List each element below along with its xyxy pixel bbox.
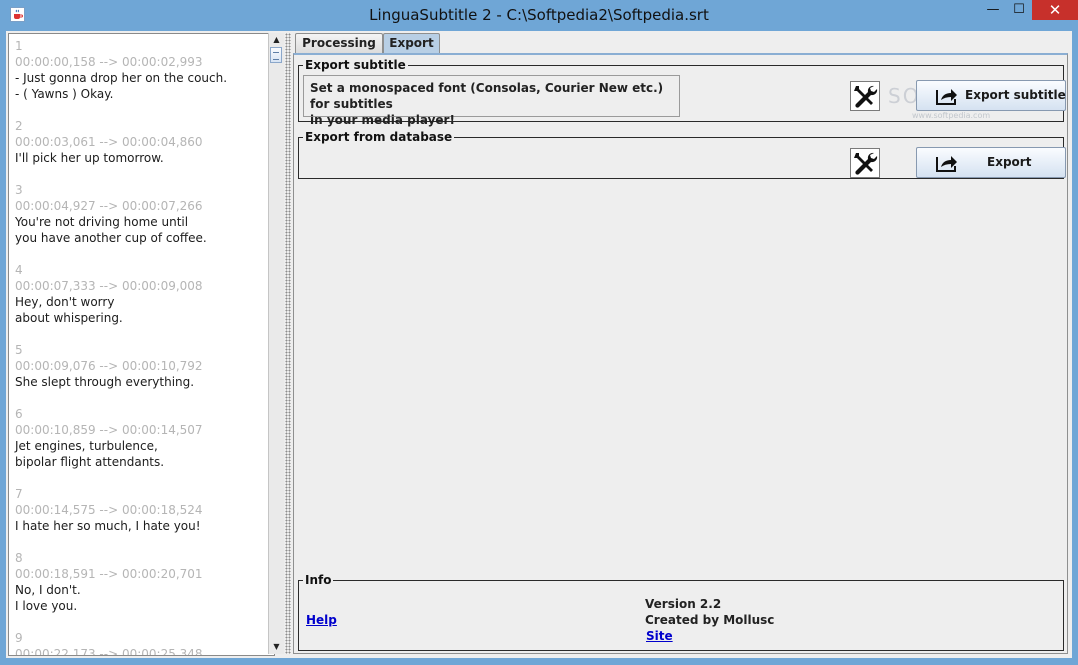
- subtitle-timecode: 00:00:18,591 --> 00:00:20,701: [15, 567, 203, 581]
- font-notice: Set a monospaced font (Consolas, Courier…: [303, 75, 680, 127]
- window-title: LinguaSubtitle 2 - C:\Softpedia2\Softped…: [369, 6, 709, 24]
- export-subtitle-group: Export subtitle Set a monospaced font (C…: [298, 57, 1066, 127]
- font-notice-line-2: in your media player!: [310, 113, 455, 127]
- scrollbar-thumb[interactable]: [270, 47, 282, 63]
- subtitle-entry[interactable]: 3 00:00:04,927 --> 00:00:07,266 You're not…: [15, 182, 274, 246]
- export-button[interactable]: Export: [916, 147, 1066, 178]
- subtitle-text-line: - ( Yawns ) Okay.: [15, 87, 114, 101]
- subtitle-timecode: 00:00:10,859 --> 00:00:14,507: [15, 423, 203, 437]
- subtitle-entry[interactable]: 1 00:00:00,158 --> 00:00:02,993 - Just gon…: [15, 38, 274, 102]
- export-arrow-icon: [935, 86, 959, 109]
- subtitle-text-line: She slept through everything.: [15, 375, 195, 389]
- subtitle-text-line: - Just gonna drop her on the couch.: [15, 71, 228, 85]
- subtitle-text-line: I hate her so much, I hate you!: [15, 519, 201, 533]
- subtitle-text-line: Jet engines, turbulence,: [15, 439, 158, 453]
- export-database-group-title: Export from database: [303, 129, 455, 145]
- split-pane-divider[interactable]: [285, 33, 291, 654]
- subtitle-number: 8: [15, 551, 23, 565]
- subtitle-text-line: about whispering.: [15, 311, 123, 325]
- subtitle-entry[interactable]: 6 00:00:10,859 --> 00:00:14,507 Jet engine…: [15, 406, 274, 470]
- author-text: Created by Mollusc: [645, 613, 775, 627]
- export-subtitle-button[interactable]: Export subtitle: [916, 80, 1066, 111]
- scroll-down-arrow-icon[interactable]: ▼: [269, 640, 284, 654]
- title-bar[interactable]: LinguaSubtitle 2 - C:\Softpedia2\Softped…: [0, 0, 1078, 31]
- subtitle-settings-button[interactable]: [850, 81, 880, 111]
- subtitle-text-line: bipolar flight attendants.: [15, 455, 165, 469]
- site-link[interactable]: Site: [646, 628, 673, 644]
- version-text: Version 2.2: [645, 597, 722, 611]
- subtitle-number: 3: [15, 183, 23, 197]
- subtitle-number: 7: [15, 487, 23, 501]
- subtitle-entry[interactable]: 5 00:00:09,076 --> 00:00:10,792 She slept …: [15, 342, 274, 390]
- export-button-label: Export: [987, 155, 1032, 169]
- export-subtitle-group-title: Export subtitle: [303, 57, 408, 73]
- maximize-button[interactable]: ☐: [1006, 0, 1032, 20]
- subtitle-number: 5: [15, 343, 23, 357]
- subtitle-list[interactable]: 1 00:00:00,158 --> 00:00:02,993 - Just gon…: [8, 33, 275, 656]
- info-group: Info Help Version 2.2 Created by Mollusc…: [298, 572, 1064, 651]
- subtitle-text-line: I love you.: [15, 599, 78, 613]
- close-button[interactable]: ✕: [1032, 0, 1078, 20]
- tab-export[interactable]: Export: [383, 33, 440, 53]
- export-database-group: Export from database Export: [298, 129, 1066, 179]
- subtitle-timecode: 00:00:09,076 --> 00:00:10,792: [15, 359, 203, 373]
- subtitle-text-line: Hey, don't worry: [15, 295, 115, 309]
- subtitle-number: 1: [15, 39, 23, 53]
- help-link[interactable]: Help: [306, 612, 337, 628]
- subtitle-timecode: 00:00:22,173 --> 00:00:25,348: [15, 647, 203, 656]
- tab-processing[interactable]: Processing: [295, 33, 383, 53]
- subtitle-text-line: No, I don't.: [15, 583, 81, 597]
- subtitle-timecode: 00:00:00,158 --> 00:00:02,993: [15, 55, 203, 69]
- export-subtitle-button-label: Export subtitle: [965, 88, 1066, 102]
- subtitle-number: 4: [15, 263, 23, 277]
- subtitle-number: 2: [15, 119, 23, 133]
- font-notice-line-1: Set a monospaced font (Consolas, Courier…: [310, 81, 664, 111]
- vertical-scrollbar[interactable]: ▲ ▼: [268, 33, 284, 654]
- subtitle-entry[interactable]: 7 00:00:14,575 --> 00:00:18,524 I hate her…: [15, 486, 274, 534]
- subtitle-entry[interactable]: 9 00:00:22,173 --> 00:00:25,348: [15, 630, 274, 656]
- info-group-title: Info: [303, 572, 334, 588]
- minimize-button[interactable]: —: [980, 0, 1006, 20]
- subtitle-entries: 1 00:00:00,158 --> 00:00:02,993 - Just gon…: [9, 38, 274, 656]
- subtitle-entry[interactable]: 4 00:00:07,333 --> 00:00:09,008 Hey, don't…: [15, 262, 274, 326]
- database-settings-button[interactable]: [850, 148, 880, 178]
- subtitle-timecode: 00:00:14,575 --> 00:00:18,524: [15, 503, 203, 517]
- subtitle-timecode: 00:00:03,061 --> 00:00:04,860: [15, 135, 203, 149]
- subtitle-number: 9: [15, 631, 23, 645]
- export-arrow-icon: [935, 153, 959, 176]
- scroll-up-arrow-icon[interactable]: ▲: [269, 33, 284, 47]
- subtitle-text-line: You're not driving home until: [15, 215, 189, 229]
- subtitle-entry[interactable]: 8 00:00:18,591 --> 00:00:20,701 No, I don'…: [15, 550, 274, 614]
- subtitle-text-line: you have another cup of coffee.: [15, 231, 207, 245]
- main-window-content: 1 00:00:00,158 --> 00:00:02,993 - Just gon…: [6, 31, 1072, 658]
- subtitle-number: 6: [15, 407, 23, 421]
- subtitle-timecode: 00:00:04,927 --> 00:00:07,266: [15, 199, 203, 213]
- subtitle-entry[interactable]: 2 00:00:03,061 --> 00:00:04,860 I'll pick …: [15, 118, 274, 166]
- subtitle-timecode: 00:00:07,333 --> 00:00:09,008: [15, 279, 203, 293]
- subtitle-text-line: I'll pick her up tomorrow.: [15, 151, 164, 165]
